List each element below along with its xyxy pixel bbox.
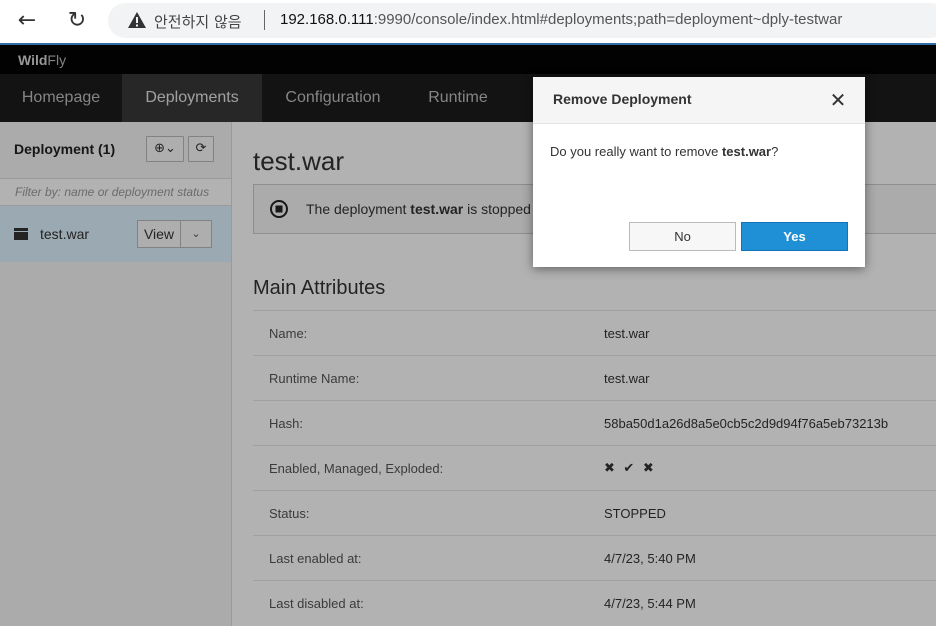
dialog-message: Do you really want to remove test.war? (550, 144, 778, 159)
message-prefix: Do you really want to remove (550, 144, 722, 159)
browser-toolbar: ← ↻ 안전하지 않음 192.168.0.111:9990/console/i… (0, 0, 936, 44)
dialog-header: Remove Deployment ✕ (533, 77, 865, 124)
dialog-title: Remove Deployment (553, 91, 692, 107)
address-separator (264, 10, 265, 30)
url-host: 192.168.0.111 (280, 11, 374, 28)
url-path: :9990/console/index.html#deployments;pat… (373, 11, 843, 28)
security-status-text: 안전하지 않음 (154, 13, 242, 31)
close-icon[interactable]: ✕ (826, 88, 850, 112)
reload-icon[interactable]: ↻ (64, 8, 90, 34)
remove-deployment-dialog: Remove Deployment ✕ Do you really want t… (533, 77, 865, 267)
message-suffix: ? (771, 144, 779, 159)
back-arrow-icon[interactable]: ← (14, 8, 40, 34)
url-text[interactable]: 192.168.0.111:9990/console/index.html#de… (280, 11, 842, 28)
warning-icon (128, 12, 146, 28)
address-bar[interactable]: 안전하지 않음 192.168.0.111:9990/console/index… (108, 3, 936, 38)
no-button[interactable]: No (629, 222, 736, 251)
message-deployment-name: test.war (721, 144, 772, 159)
yes-button[interactable]: Yes (741, 222, 848, 251)
